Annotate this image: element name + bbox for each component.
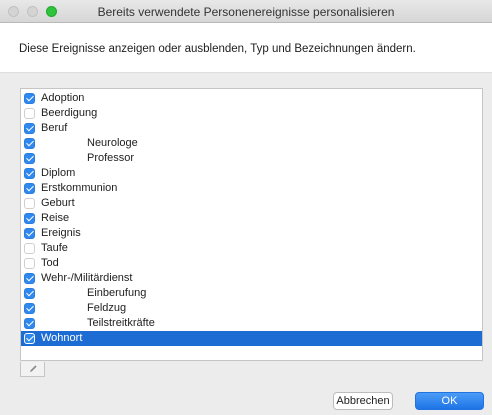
event-checkbox[interactable]	[24, 168, 35, 179]
title-bar: Bereits verwendete Personenereignisse pe…	[0, 0, 492, 23]
event-label: Diplom	[41, 167, 76, 179]
event-row[interactable]: Neurologe	[21, 136, 482, 151]
event-row[interactable]: Diplom	[21, 166, 482, 181]
event-label: Wohnort	[41, 332, 83, 344]
event-checkbox[interactable]	[24, 273, 35, 284]
event-row[interactable]: Taufe	[21, 241, 482, 256]
instruction-text: Diese Ereignisse anzeigen oder ausblende…	[19, 43, 416, 55]
dialog-header: Diese Ereignisse anzeigen oder ausblende…	[0, 23, 492, 73]
edit-button[interactable]	[20, 362, 45, 377]
event-label: Teilstreitkräfte	[87, 317, 155, 329]
event-checkbox[interactable]	[24, 288, 35, 299]
event-label: Beerdigung	[41, 107, 98, 119]
event-label: Professor	[87, 152, 135, 164]
event-checkbox[interactable]	[24, 258, 35, 269]
event-checkbox[interactable]	[24, 123, 35, 134]
event-label: Einberufung	[87, 287, 147, 299]
event-checkbox[interactable]	[24, 333, 35, 344]
cancel-button[interactable]: Abbrechen	[333, 392, 393, 410]
event-row[interactable]: Einberufung	[21, 286, 482, 301]
event-row[interactable]: Adoption	[21, 91, 482, 106]
event-checkbox[interactable]	[24, 153, 35, 164]
event-label: Tod	[41, 257, 59, 269]
event-row[interactable]: Wehr-/Militärdienst	[21, 271, 482, 286]
event-row[interactable]: Tod	[21, 256, 482, 271]
event-row[interactable]: Feldzug	[21, 301, 482, 316]
event-label: Geburt	[41, 197, 75, 209]
event-label: Beruf	[41, 122, 68, 134]
event-checkbox[interactable]	[24, 183, 35, 194]
event-row[interactable]: Geburt	[21, 196, 482, 211]
event-row[interactable]: Beerdigung	[21, 106, 482, 121]
event-checkbox[interactable]	[24, 213, 35, 224]
event-row[interactable]: Ereignis	[21, 226, 482, 241]
event-checkbox[interactable]	[24, 303, 35, 314]
event-label: Neurologe	[87, 137, 138, 149]
event-checkbox[interactable]	[24, 108, 35, 119]
pencil-icon	[30, 365, 37, 372]
ok-button[interactable]: OK	[415, 392, 484, 410]
event-row[interactable]: Erstkommunion	[21, 181, 482, 196]
event-checkbox[interactable]	[24, 228, 35, 239]
event-checkbox[interactable]	[24, 138, 35, 149]
event-list[interactable]: Adoption Beerdigung Beruf Neurologe Professo…	[20, 88, 483, 361]
event-label: Feldzug	[87, 302, 127, 314]
event-checkbox[interactable]	[24, 318, 35, 329]
event-label: Taufe	[41, 242, 68, 254]
event-row[interactable]: Teilstreitkräfte	[21, 316, 482, 331]
event-row[interactable]: Professor	[21, 151, 482, 166]
event-label: Ereignis	[41, 227, 81, 239]
event-label: Erstkommunion	[41, 182, 118, 194]
event-checkbox[interactable]	[24, 93, 35, 104]
event-label: Wehr-/Militärdienst	[41, 272, 133, 284]
event-checkbox[interactable]	[24, 243, 35, 254]
event-row[interactable]: Wohnort	[21, 331, 482, 346]
event-label: Reise	[41, 212, 70, 224]
event-row[interactable]: Reise	[21, 211, 482, 226]
window-title: Bereits verwendete Personenereignisse pe…	[97, 5, 395, 19]
event-label: Adoption	[41, 92, 85, 104]
event-checkbox[interactable]	[24, 198, 35, 209]
event-row[interactable]: Beruf	[21, 121, 482, 136]
